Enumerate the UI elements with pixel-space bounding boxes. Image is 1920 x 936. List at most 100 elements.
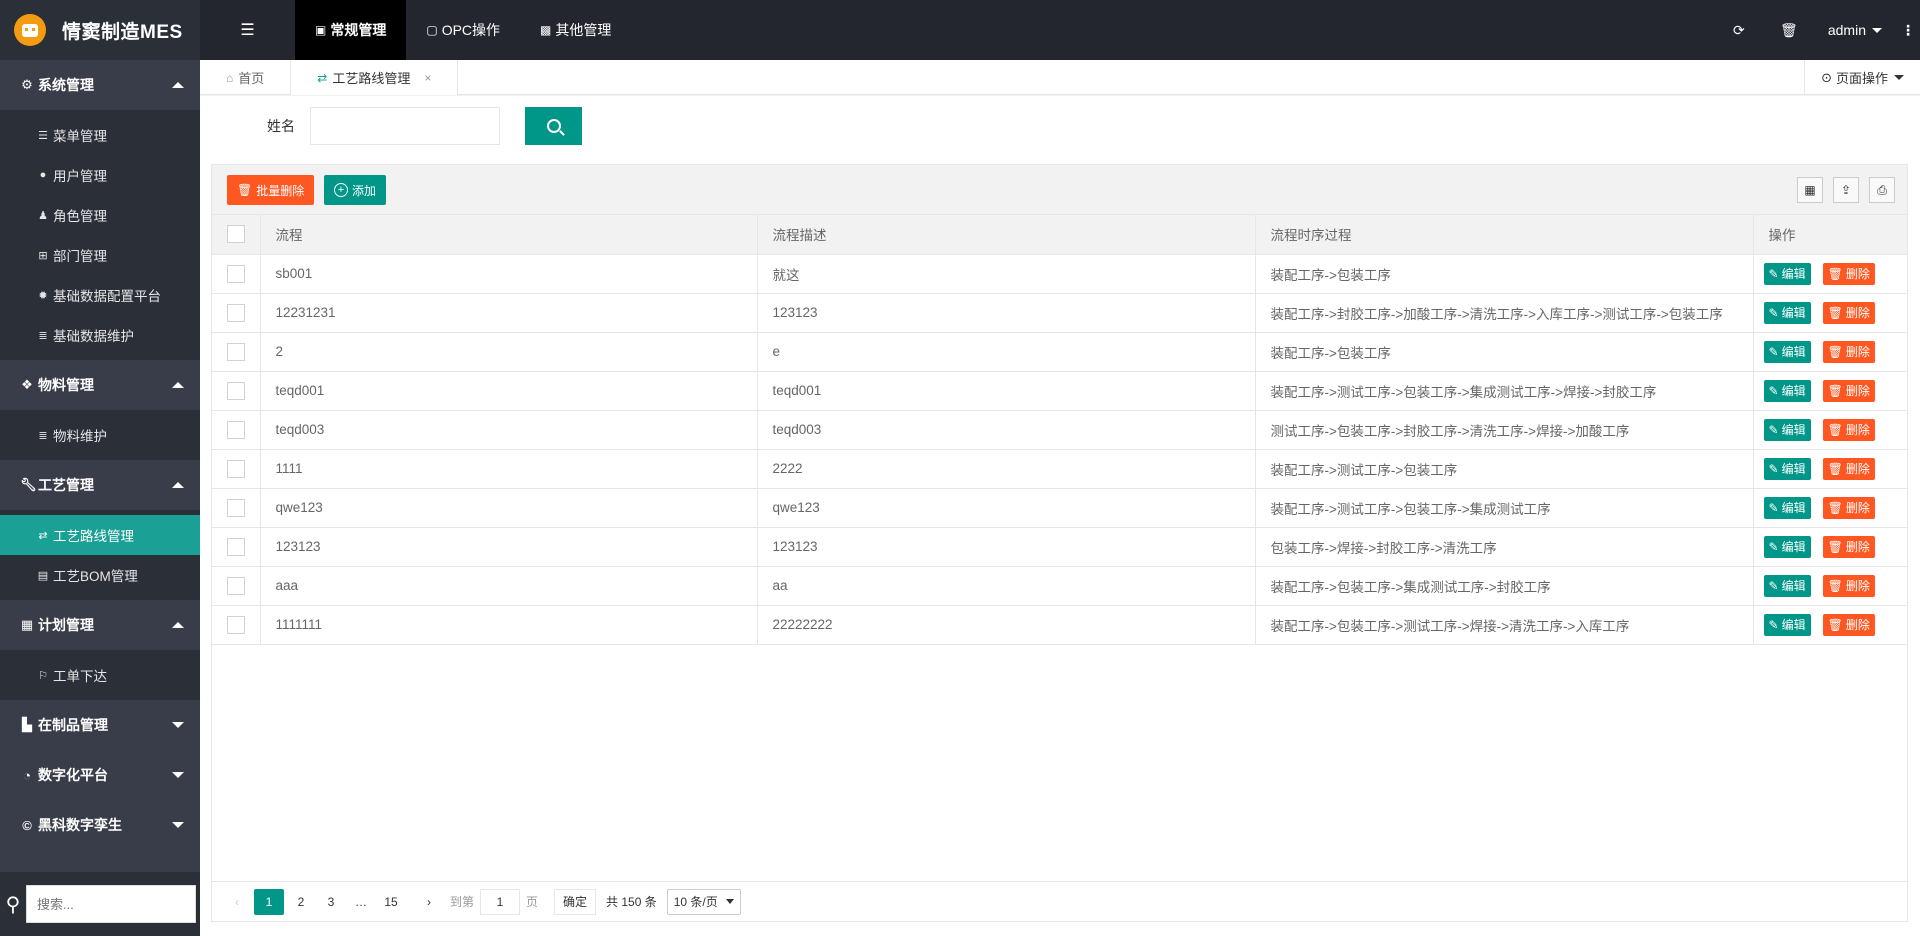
page-1[interactable]: 1 [254, 888, 284, 915]
sidebar-item-roles[interactable]: ♟ 角色管理 [0, 195, 200, 235]
sidebar-item-process-route[interactable]: ⇄ 工艺路线管理 [0, 515, 200, 555]
actions-cell: ✎ 编辑 🗑︎ 删除 [1753, 254, 1907, 294]
row-select-cell [212, 254, 261, 294]
edit-button[interactable]: ✎ 编辑 [1763, 262, 1811, 285]
row-checkbox[interactable] [226, 615, 245, 634]
menu-toggle-icon[interactable]: ☰ [200, 0, 295, 60]
sidebar-item-users[interactable]: ● 用户管理 [0, 155, 200, 195]
page-last[interactable]: 15 [378, 889, 404, 915]
process-cell: 1111 [260, 449, 758, 489]
goto-page-input[interactable]: 1 [480, 888, 521, 915]
nav-group-head-wip[interactable]: ▙ 在制品管理 [0, 700, 200, 750]
top-tab-general[interactable]: ▣ 常规管理 [295, 0, 407, 60]
tab-home[interactable]: ⌂ 首页 [200, 60, 292, 95]
edit-button[interactable]: ✎ 编辑 [1763, 340, 1811, 363]
wrench-icon: 🔧︎ [20, 477, 37, 492]
page-3[interactable]: 3 [318, 889, 344, 915]
sidebar-item-menu[interactable]: ☰ 菜单管理 [0, 115, 200, 155]
sidebar-item-label: 工艺BOM管理 [53, 569, 138, 584]
row-checkbox[interactable] [226, 264, 245, 283]
sidebar-item-material-maintain[interactable]: ≣ 物料维护 [0, 415, 200, 455]
edit-button[interactable]: ✎ 编辑 [1763, 496, 1811, 519]
nav-group-head-system[interactable]: ⚙ 系统管理 [0, 60, 200, 110]
delete-button[interactable]: 🗑︎ 删除 [1822, 535, 1875, 558]
delete-button[interactable]: 🗑︎ 删除 [1822, 301, 1875, 324]
edit-button[interactable]: ✎ 编辑 [1763, 379, 1811, 402]
page-ops-label: 页面操作 [1835, 71, 1888, 86]
delete-button[interactable]: 🗑︎ 删除 [1822, 613, 1875, 636]
table-row: 12231231 123123 装配工序->封胶工序->加酸工序->清洗工序->入库… [212, 293, 1907, 333]
sidebar-item-label: 菜单管理 [53, 129, 107, 144]
search-button[interactable] [525, 107, 582, 145]
select-all-cell [212, 215, 261, 255]
top-tab-other[interactable]: ▩ 其他管理 [520, 0, 631, 60]
sidebar-item-process-bom[interactable]: ▤ 工艺BOM管理 [0, 555, 200, 595]
sidebar-item-departments[interactable]: ⊞ 部门管理 [0, 235, 200, 275]
trash-icon[interactable]: 🗑︎ [1764, 22, 1814, 39]
edit-button[interactable]: ✎ 编辑 [1763, 574, 1811, 597]
edit-button[interactable]: ✎ 编辑 [1763, 457, 1811, 480]
app-logo[interactable]: 情窦制造MES [0, 0, 200, 60]
sidebar-item-base-data[interactable]: ≣ 基础数据维护 [0, 315, 200, 355]
nav-group-head-plan[interactable]: ▦ 计划管理 [0, 600, 200, 650]
tab-process-route[interactable]: ⇄ 工艺路线管理 × [291, 60, 459, 95]
column-header[interactable]: 流程时序过程 [1255, 215, 1754, 255]
edit-button[interactable]: ✎ 编辑 [1763, 535, 1811, 558]
delete-button[interactable]: 🗑︎ 删除 [1822, 262, 1875, 285]
column-header[interactable]: 流程描述 [757, 215, 1256, 255]
batch-delete-button[interactable]: 🗑︎ 批量删除 [227, 175, 315, 205]
sidebar-search-input[interactable] [26, 885, 196, 923]
close-icon[interactable]: × [424, 71, 431, 85]
actions-cell: ✎ 编辑 🗑︎ 删除 [1753, 566, 1907, 606]
delete-button[interactable]: 🗑︎ 删除 [1822, 574, 1875, 597]
row-select-cell [212, 488, 261, 528]
prev-page-icon[interactable]: ‹ [224, 889, 250, 915]
more-vertical-icon[interactable]: ⋮ [1896, 22, 1920, 39]
nav-group-head-twin[interactable]: © 黑科数字孪生 [0, 800, 200, 850]
row-checkbox[interactable] [226, 498, 245, 517]
delete-button[interactable]: 🗑︎ 删除 [1822, 340, 1875, 363]
delete-button[interactable]: 🗑︎ 删除 [1822, 496, 1875, 519]
trash-icon: 🗑︎ [1827, 578, 1843, 593]
refresh-icon: ⇄ [317, 70, 328, 85]
row-checkbox[interactable] [226, 303, 245, 322]
refresh-icon[interactable]: ⟳ [1714, 22, 1764, 39]
select-all-checkbox[interactable] [226, 225, 245, 244]
topbar: ☰ ▣ 常规管理 ▢ OPC操作 ▩ 其他管理 ⟳ 🗑︎ admin ⋮ [200, 0, 1920, 60]
edit-button[interactable]: ✎ 编辑 [1763, 613, 1811, 636]
columns-filter-icon[interactable]: ▦ [1797, 177, 1823, 203]
caret-down-icon [1894, 75, 1904, 80]
row-checkbox[interactable] [226, 576, 245, 595]
delete-button[interactable]: 🗑︎ 删除 [1822, 457, 1875, 480]
sidebar-item-work-order[interactable]: ⚐ 工单下达 [0, 655, 200, 695]
trash-icon: 🗑︎ [1827, 461, 1843, 476]
next-page-icon[interactable]: › [416, 889, 442, 915]
row-checkbox[interactable] [226, 381, 245, 400]
goto-confirm-button[interactable]: 确定 [554, 888, 597, 915]
add-button[interactable]: + 添加 [324, 175, 387, 205]
page-size-select[interactable]: 10 条/页 [666, 888, 741, 915]
name-search-input[interactable] [310, 107, 500, 145]
user-menu[interactable]: admin [1814, 22, 1896, 38]
tab-label: 首页 [238, 71, 265, 86]
caret-down-icon [1872, 27, 1882, 33]
row-checkbox[interactable] [226, 342, 245, 361]
row-checkbox[interactable] [226, 537, 245, 556]
delete-button[interactable]: 🗑︎ 删除 [1822, 379, 1875, 402]
top-tab-opc[interactable]: ▢ OPC操作 [406, 0, 520, 60]
page-ops-dropdown[interactable]: ⊙ 页面操作 [1804, 60, 1920, 95]
sidebar-item-base-config[interactable]: ✹ 基础数据配置平台 [0, 275, 200, 315]
pencil-icon: ✎ [1768, 344, 1779, 359]
row-checkbox[interactable] [226, 459, 245, 478]
print-icon[interactable]: ⎙ [1869, 177, 1895, 203]
edit-button[interactable]: ✎ 编辑 [1763, 418, 1811, 441]
nav-group-head-material[interactable]: ❖ 物料管理 [0, 360, 200, 410]
column-header[interactable]: 流程 [260, 215, 758, 255]
edit-button[interactable]: ✎ 编辑 [1763, 301, 1811, 324]
export-icon[interactable]: ⇪ [1833, 177, 1859, 203]
row-checkbox[interactable] [226, 420, 245, 439]
nav-group-head-process[interactable]: 🔧︎ 工艺管理 [0, 460, 200, 510]
nav-group-head-digital[interactable]: ◔ 数字化平台 [0, 750, 200, 800]
page-2[interactable]: 2 [288, 889, 314, 915]
delete-button[interactable]: 🗑︎ 删除 [1822, 418, 1875, 441]
